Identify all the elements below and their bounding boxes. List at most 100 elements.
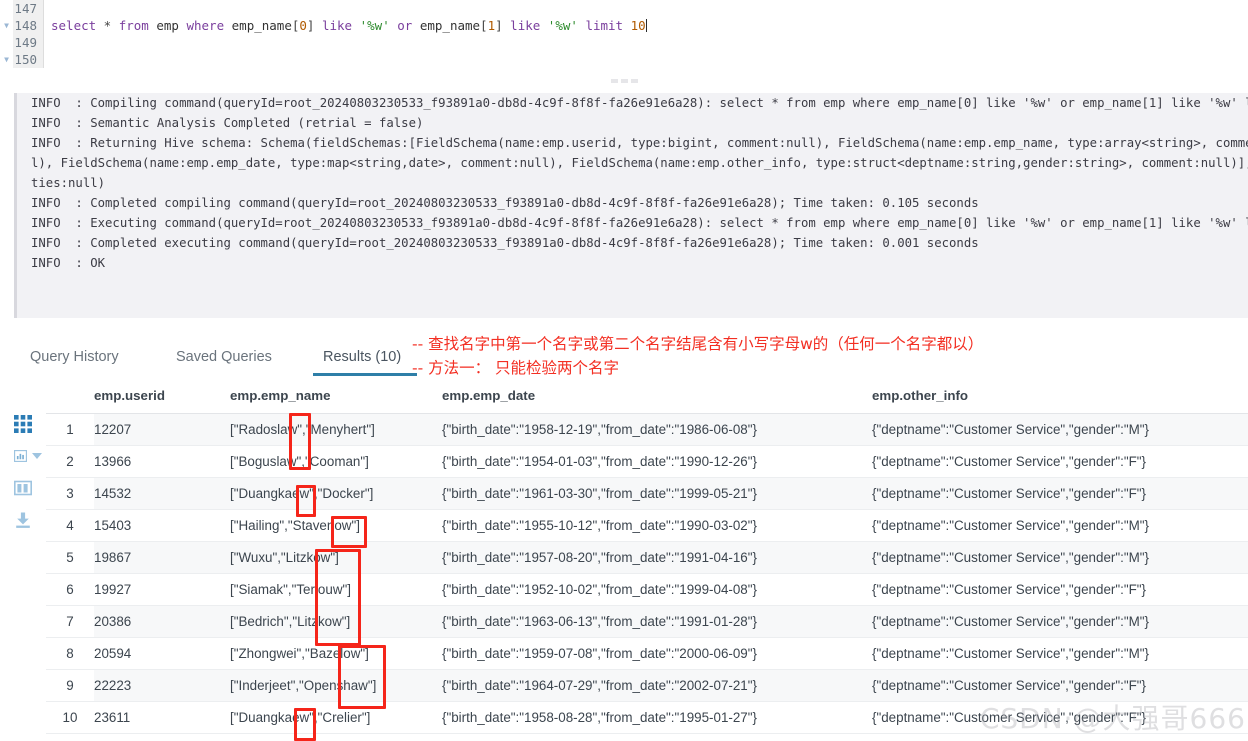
cell-emp-name: ["Boguslaw","Cooman"] (230, 445, 442, 478)
cell-other-info: {"deptname":"Customer Service","gender":… (872, 605, 1248, 638)
watermark: CSDN·@大强哥666 (979, 702, 1246, 735)
row-index: 2 (46, 445, 94, 478)
fold-toggle-icon[interactable]: ▼ (0, 51, 13, 68)
download-icon (16, 512, 30, 528)
rail-item-chart[interactable] (14, 440, 42, 472)
column-header-emp-date[interactable]: emp.emp_date (442, 384, 872, 414)
table-row[interactable]: 1 12207 ["Radoslaw","Menyhert"] {"birth_… (46, 413, 1248, 446)
editor-code-line[interactable]: select * from emp where emp_name[0] like… (44, 17, 647, 34)
cell-userid: 13966 (94, 445, 230, 478)
rail-item-grid[interactable] (14, 408, 42, 440)
row-index: 4 (46, 509, 94, 542)
gutter-edge (43, 0, 44, 17)
annotation-line-1: -- 查找名字中第一个名字或第二个名字结尾含有小写字母w的（任何一个名字都以） (412, 335, 984, 353)
query-log-panel[interactable]: INFO : Compiling command(queryId=root_20… (14, 93, 1248, 318)
column-header-index[interactable] (46, 384, 94, 414)
column-header-other-info[interactable]: emp.other_info (872, 384, 1248, 414)
cell-emp-name: ["Duangkaew","Crelier"] (230, 701, 442, 734)
fold-toggle-icon[interactable]: ▼ (0, 17, 13, 34)
grid-icon (14, 415, 32, 433)
line-number: 150 (13, 51, 43, 68)
table-row[interactable]: 3 14532 ["Duangkaew","Docker"] {"birth_d… (46, 477, 1248, 510)
log-line: INFO : Semantic Analysis Completed (retr… (31, 116, 424, 130)
cell-userid: 20594 (94, 637, 230, 670)
table-row[interactable]: 4 15403 ["Hailing","Stavenow"] {"birth_d… (46, 509, 1248, 542)
log-line: l), FieldSchema(name:emp.emp_date, type:… (31, 156, 1248, 170)
columns-icon (14, 480, 32, 496)
table-header-row: emp.userid emp.emp_name emp.emp_date emp… (46, 384, 1248, 414)
log-line: INFO : Returning Hive schema: Schema(fie… (31, 136, 1248, 150)
line-number: 148 (13, 17, 43, 34)
bar-chart-icon (14, 450, 27, 462)
row-index: 10 (46, 701, 94, 734)
panel-resize-handle[interactable] (0, 70, 1248, 92)
row-index: 8 (46, 637, 94, 670)
cell-emp-date: {"birth_date":"1952-10-02","from_date":"… (442, 573, 872, 606)
log-line: INFO : Compiling command(queryId=root_20… (31, 96, 1248, 110)
cell-userid: 23611 (94, 701, 230, 734)
table-row[interactable]: 5 19867 ["Wuxu","Litzkow"] {"birth_date"… (46, 541, 1248, 574)
row-index: 9 (46, 669, 94, 702)
cell-emp-name: ["Bedrich","Litzkow"] (230, 605, 442, 638)
cell-emp-date: {"birth_date":"1958-12-19","from_date":"… (442, 413, 872, 446)
cell-emp-date: {"birth_date":"1955-10-12","from_date":"… (442, 509, 872, 542)
result-view-toolbar (14, 408, 42, 536)
cell-other-info: {"deptname":"Customer Service","gender":… (872, 637, 1248, 670)
cell-emp-date: {"birth_date":"1959-07-08","from_date":"… (442, 637, 872, 670)
cell-emp-name: ["Duangkaew","Docker"] (230, 477, 442, 510)
cell-other-info: {"deptname":"Customer Service","gender":… (872, 573, 1248, 606)
text-caret (645, 19, 647, 32)
cell-emp-date: {"birth_date":"1964-07-29","from_date":"… (442, 669, 872, 702)
log-line: INFO : Completed compiling command(query… (31, 196, 979, 210)
active-tab-underline (313, 373, 417, 376)
table-row[interactable]: 7 20386 ["Bedrich","Litzkow"] {"birth_da… (46, 605, 1248, 638)
rail-item-columns[interactable] (14, 472, 42, 504)
column-header-emp-name[interactable]: emp.emp_name (230, 384, 442, 414)
tab-query-history[interactable]: Query History (30, 342, 119, 372)
editor-line[interactable]: ▼ 150 (0, 51, 1248, 68)
row-index: 7 (46, 605, 94, 638)
table-row[interactable]: 6 19927 ["Siamak","Terlouw"] {"birth_dat… (46, 573, 1248, 606)
tab-results[interactable]: Results (10) (323, 342, 401, 372)
cell-emp-date: {"birth_date":"1958-08-28","from_date":"… (442, 701, 872, 734)
editor-line-active[interactable]: ▼ 148 select * from emp where emp_name[0… (0, 17, 1248, 34)
results-table-wrap[interactable]: emp.userid emp.emp_name emp.emp_date emp… (46, 384, 1248, 734)
column-header-userid[interactable]: emp.userid (94, 384, 230, 414)
sql-editor[interactable]: 147 ▼ 148 select * from emp where emp_na… (0, 0, 1248, 68)
cell-emp-date: {"birth_date":"1954-01-03","from_date":"… (442, 445, 872, 478)
results-table-body: 1 12207 ["Radoslaw","Menyhert"] {"birth_… (46, 413, 1248, 734)
cell-emp-name: ["Radoslaw","Menyhert"] (230, 413, 442, 446)
cell-emp-name: ["Inderjeet","Openshaw"] (230, 669, 442, 702)
table-row[interactable]: 2 13966 ["Boguslaw","Cooman"] {"birth_da… (46, 445, 1248, 478)
editor-line[interactable]: 149 (0, 34, 1248, 51)
gutter-edge (43, 34, 44, 51)
results-table-head: emp.userid emp.emp_name emp.emp_date emp… (46, 384, 1248, 414)
cell-userid: 15403 (94, 509, 230, 542)
cell-emp-date: {"birth_date":"1963-06-13","from_date":"… (442, 605, 872, 638)
log-line: INFO : Completed executing command(query… (31, 236, 979, 250)
cell-emp-date: {"birth_date":"1961-03-30","from_date":"… (442, 477, 872, 510)
editor-line[interactable]: 147 (0, 0, 1248, 17)
cell-userid: 20386 (94, 605, 230, 638)
cell-userid: 19867 (94, 541, 230, 574)
log-line: INFO : OK (31, 256, 106, 270)
cell-other-info: {"deptname":"Customer Service","gender":… (872, 541, 1248, 574)
cell-userid: 14532 (94, 477, 230, 510)
tab-saved-queries[interactable]: Saved Queries (176, 342, 272, 372)
cell-emp-name: ["Siamak","Terlouw"] (230, 573, 442, 606)
chevron-down-icon[interactable] (32, 453, 42, 459)
hue-query-editor-app: 147 ▼ 148 select * from emp where emp_na… (0, 0, 1248, 741)
cell-userid: 12207 (94, 413, 230, 446)
cell-userid: 22223 (94, 669, 230, 702)
cell-userid: 19927 (94, 573, 230, 606)
table-row[interactable]: 8 20594 ["Zhongwei","Bazelow"] {"birth_d… (46, 637, 1248, 670)
cell-emp-name: ["Hailing","Stavenow"] (230, 509, 442, 542)
annotation-line-2: -- 方法一： 只能检验两个名字 (412, 359, 620, 377)
gutter-edge (43, 51, 44, 68)
cell-other-info: {"deptname":"Customer Service","gender":… (872, 477, 1248, 510)
row-index: 1 (46, 413, 94, 446)
cell-emp-name: ["Zhongwei","Bazelow"] (230, 637, 442, 670)
rail-item-download[interactable] (14, 504, 42, 536)
line-number: 149 (13, 34, 43, 51)
results-table: emp.userid emp.emp_name emp.emp_date emp… (46, 384, 1248, 734)
